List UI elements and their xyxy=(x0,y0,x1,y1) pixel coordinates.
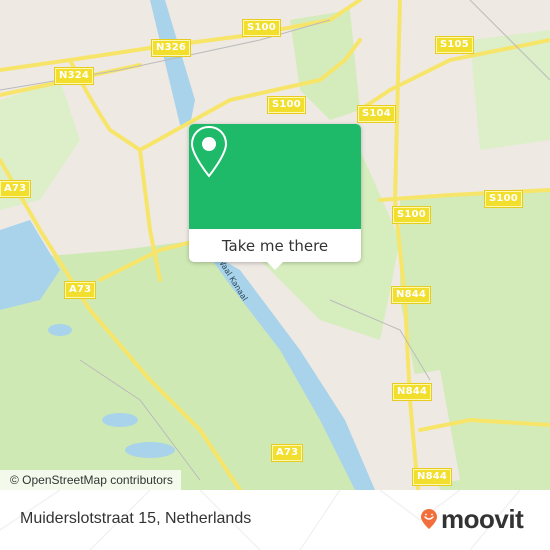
road-label: S104 xyxy=(357,105,396,123)
road-label: N844 xyxy=(411,468,453,486)
road-label: A73 xyxy=(63,281,97,299)
moovit-pin-icon xyxy=(421,509,437,529)
road-label: N844 xyxy=(390,286,432,304)
road-label: A73 xyxy=(270,444,304,462)
map-pin-icon xyxy=(190,125,228,178)
moovit-logo[interactable]: moovit xyxy=(420,504,524,534)
road-label: S100 xyxy=(484,190,523,208)
road-label: S100 xyxy=(392,206,431,224)
popup-pointer xyxy=(265,260,285,270)
road-label: N324 xyxy=(53,67,95,85)
footer: Muiderslotstraat 15, Netherlands moovit xyxy=(0,490,550,550)
take-me-there-button[interactable]: Take me there xyxy=(189,229,361,262)
brand-name: moovit xyxy=(441,504,524,534)
road-label: A73 xyxy=(0,180,32,198)
road-label: S100 xyxy=(242,19,281,37)
location-popup: Take me there xyxy=(189,124,361,270)
map-attribution[interactable]: © OpenStreetMap contributors xyxy=(0,470,181,490)
map[interactable]: N326 S100 N324 S105 S100 S104 A73 S100 S… xyxy=(0,0,550,490)
road-label: N844 xyxy=(391,383,433,401)
road-label: N326 xyxy=(150,39,192,57)
road-label: S100 xyxy=(267,96,306,114)
popup-header xyxy=(189,124,361,229)
road-label: S105 xyxy=(435,36,474,54)
address-text: Muiderslotstraat 15, Netherlands xyxy=(20,510,252,527)
